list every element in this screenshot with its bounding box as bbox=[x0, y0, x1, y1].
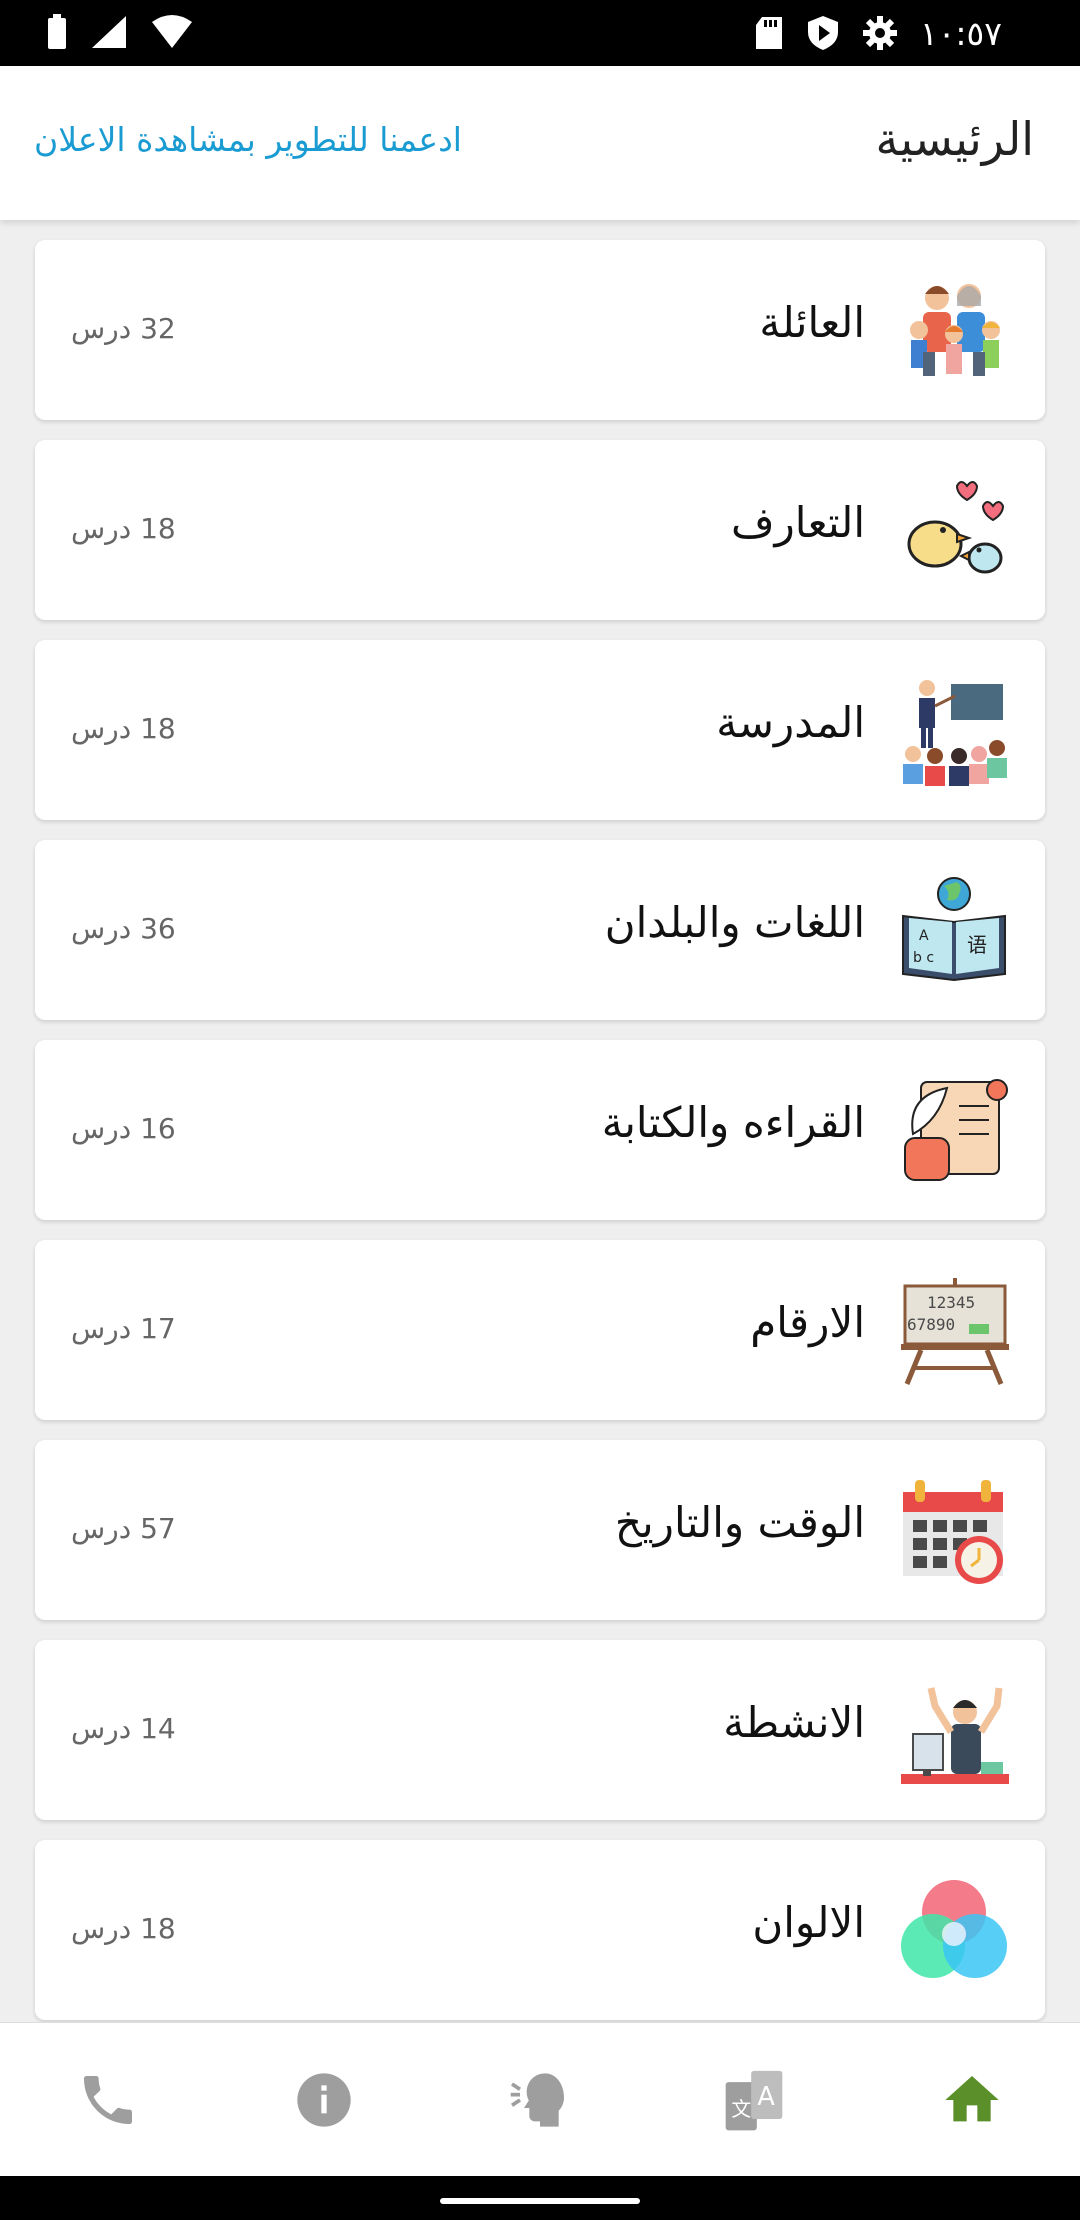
category-card-activities[interactable]: الانشطة 14 درس bbox=[35, 1640, 1045, 1820]
category-list: العائلة 32 درس التعارف 18 درس المدرسة 18… bbox=[35, 240, 1045, 2040]
calendar-clock-icon bbox=[903, 1480, 1003, 1584]
svg-text:b c: b c bbox=[913, 950, 934, 966]
gesture-bar bbox=[0, 2176, 1080, 2220]
svg-text:A: A bbox=[757, 2082, 775, 2112]
app-bar: الرئيسية ادعمنا للتطوير بمشاهدة الاعلان bbox=[0, 66, 1080, 220]
category-name: المدرسة bbox=[716, 698, 865, 747]
sd-card-icon bbox=[755, 17, 782, 49]
nav-home[interactable] bbox=[940, 2068, 1004, 2132]
category-name: الالوان bbox=[752, 1898, 865, 1947]
lesson-count: 18 درس bbox=[71, 712, 176, 745]
category-name: التعارف bbox=[730, 498, 865, 547]
bottom-navigation: A文 bbox=[0, 2022, 1080, 2177]
numbers-board-icon: 12345 67890 bbox=[901, 1278, 1009, 1385]
speaking-head-icon bbox=[510, 2073, 564, 2127]
page-title: الرئيسية bbox=[875, 112, 1034, 166]
battery-icon bbox=[48, 14, 66, 49]
nav-speak[interactable] bbox=[508, 2068, 572, 2132]
lesson-count: 17 درس bbox=[71, 1312, 176, 1345]
category-name: الارقام bbox=[750, 1298, 865, 1347]
category-card-time-date[interactable]: الوقت والتاريخ 57 درس bbox=[35, 1440, 1045, 1620]
category-name: القراءه والكتابة bbox=[601, 1098, 865, 1147]
status-left-icons bbox=[46, 14, 194, 50]
nav-contact[interactable] bbox=[76, 2068, 140, 2132]
status-right-area: ١٠:٥٧ bbox=[754, 0, 1002, 66]
category-card-school[interactable]: المدرسة 18 درس bbox=[35, 640, 1045, 820]
shield-play-icon bbox=[807, 16, 838, 50]
category-card-numbers[interactable]: 12345 67890 الارقام 17 درس bbox=[35, 1240, 1045, 1420]
color-circles-icon bbox=[901, 1880, 1007, 1978]
category-card-colors[interactable]: الالوان 18 درس bbox=[35, 1840, 1045, 2020]
nav-info[interactable] bbox=[292, 2068, 356, 2132]
lesson-count: 18 درس bbox=[71, 512, 176, 545]
lesson-count: 18 درس bbox=[71, 1912, 176, 1945]
phone-icon bbox=[84, 2076, 132, 2124]
lesson-count: 32 درس bbox=[71, 312, 176, 345]
home-gesture-pill[interactable] bbox=[440, 2198, 640, 2204]
translate-icon: A文 bbox=[725, 2070, 783, 2131]
svg-text:语: 语 bbox=[967, 933, 987, 957]
birds-hearts-icon bbox=[907, 481, 1005, 574]
category-card-family[interactable]: العائلة 32 درس bbox=[35, 240, 1045, 420]
category-card-acquaintance[interactable]: التعارف 18 درس bbox=[35, 440, 1045, 620]
status-time: ١٠:٥٧ bbox=[919, 13, 1002, 53]
nav-translate[interactable]: A文 bbox=[720, 2068, 784, 2132]
lesson-count: 36 درس bbox=[71, 912, 176, 945]
signal-icon bbox=[92, 16, 126, 48]
support-ad-link[interactable]: ادعمنا للتطوير بمشاهدة الاعلان bbox=[34, 120, 462, 159]
status-bar: ١٠:٥٧ bbox=[0, 0, 1080, 66]
lesson-count: 16 درس bbox=[71, 1112, 176, 1145]
category-card-languages[interactable]: A b c 语 اللغات والبلدان 36 درس bbox=[35, 840, 1045, 1020]
svg-text:67890: 67890 bbox=[907, 1315, 955, 1334]
svg-text:A: A bbox=[919, 928, 929, 944]
category-name: الانشطة bbox=[723, 1698, 865, 1747]
lesson-count: 57 درس bbox=[71, 1512, 176, 1545]
activity-person-icon bbox=[901, 1687, 1009, 1784]
svg-text:12345: 12345 bbox=[927, 1293, 975, 1312]
lesson-count: 14 درس bbox=[71, 1712, 176, 1745]
category-card-reading-writing[interactable]: القراءه والكتابة 16 درس bbox=[35, 1040, 1045, 1220]
scroll-quill-icon bbox=[904, 1079, 1008, 1181]
family-icon bbox=[910, 284, 1000, 376]
classroom-icon bbox=[903, 680, 1007, 786]
info-icon bbox=[297, 2073, 351, 2127]
category-name: اللغات والبلدان bbox=[604, 898, 865, 947]
gear-icon bbox=[862, 16, 897, 50]
home-icon bbox=[945, 2076, 999, 2122]
wifi-icon bbox=[152, 15, 192, 48]
category-name: العائلة bbox=[759, 298, 865, 347]
svg-text:文: 文 bbox=[731, 2098, 751, 2121]
category-name: الوقت والتاريخ bbox=[614, 1498, 865, 1547]
languages-book-icon: A b c 语 bbox=[902, 877, 1006, 982]
